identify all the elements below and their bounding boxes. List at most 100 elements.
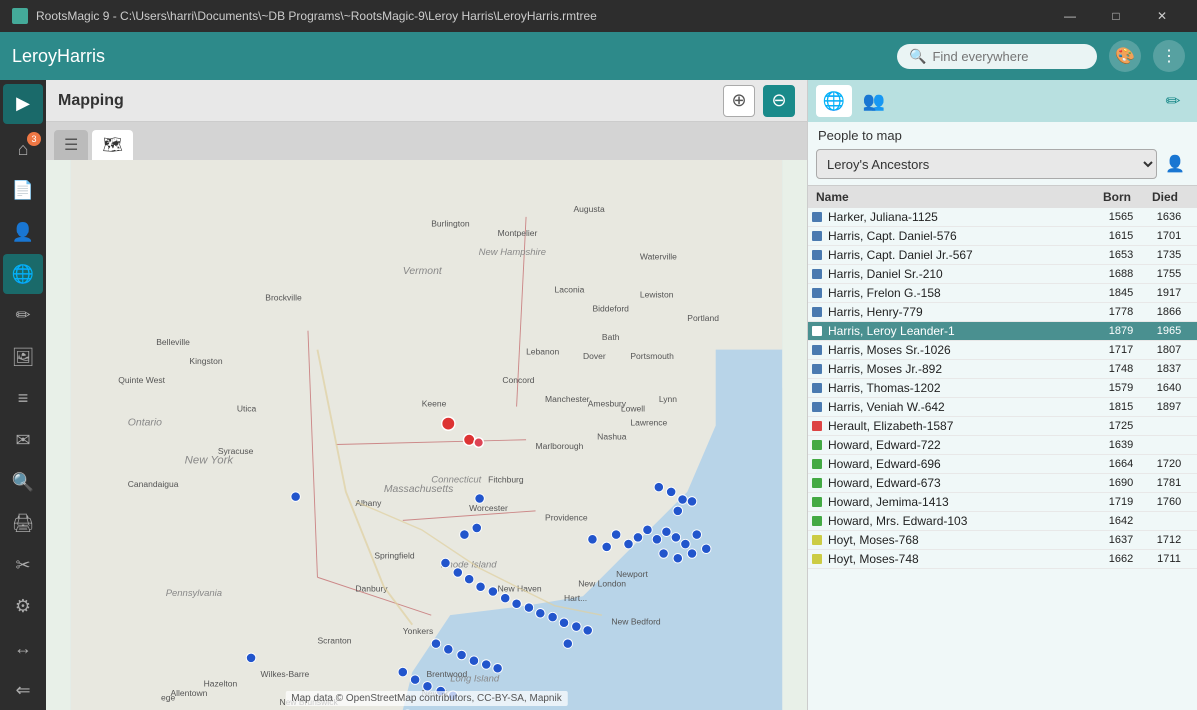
rp-tab-globe[interactable]: 🌐 [816,85,852,117]
sidebar-item-sync[interactable]: ↔ [3,629,43,669]
zoom-out-button[interactable]: ⊖ [763,85,795,117]
table-row[interactable]: Harris, Capt. Daniel-57616151701 [808,227,1197,246]
person-add-icon: 👤 [1165,154,1185,174]
sidebar-item-edit[interactable]: ✏ [3,296,43,336]
tab-map[interactable]: 🗺 [92,130,132,160]
close-button[interactable]: ✕ [1139,0,1185,32]
svg-text:Newport: Newport [616,569,648,579]
table-row[interactable]: Harker, Juliana-112515651636 [808,208,1197,227]
table-row[interactable]: Howard, Edward-67316901781 [808,474,1197,493]
table-row[interactable]: Harris, Moses Jr.-89217481837 [808,360,1197,379]
sidebar: ▶ ⌂ 3 📄 👤 🌐 ✏ 🖼 ≡ ✉ 🔍 🖨 [0,80,46,710]
theme-icon[interactable]: 🎨 [1109,40,1141,72]
right-panel: 🌐 👥 ✏ People to map Leroy's Ancestors Ev… [807,80,1197,710]
row-color-indicator [812,421,822,431]
svg-text:Kingston: Kingston [189,356,222,366]
row-died-year: 1807 [1145,344,1193,356]
svg-text:Manchester: Manchester [545,394,590,404]
rp-edit-button[interactable]: ✏ [1157,85,1189,117]
tab-list[interactable]: ☰ [54,130,88,160]
list-icon: ≡ [18,388,29,409]
sidebar-item-play[interactable]: ▶ [3,84,43,124]
sidebar-item-list[interactable]: ≡ [3,379,43,419]
maximize-button[interactable]: □ [1093,0,1139,32]
row-color-indicator [812,478,822,488]
row-color-indicator [812,364,822,374]
svg-text:Marlborough: Marlborough [536,441,584,451]
row-person-name: Harris, Thomas-1202 [828,381,1097,395]
svg-text:Massachusetts: Massachusetts [384,484,454,495]
zoom-in-button[interactable]: ⊕ [723,85,755,117]
row-born-year: 1565 [1097,211,1145,223]
row-born-year: 1690 [1097,477,1145,489]
rp-tab-people[interactable]: 👥 [856,85,892,117]
menu-icon[interactable]: ⋮ [1153,40,1185,72]
svg-text:Lawrence: Lawrence [630,418,667,428]
table-row[interactable]: Harris, Henry-77917781866 [808,303,1197,322]
row-color-indicator [812,402,822,412]
person-filter-button[interactable]: 👤 [1161,150,1189,178]
svg-text:Brentwood: Brentwood [427,669,468,679]
row-born-year: 1637 [1097,534,1145,546]
svg-text:Fitchburg: Fitchburg [488,474,524,484]
sidebar-item-back[interactable]: ⇐ [3,670,43,710]
app-name: LeroyHarris [12,46,885,67]
row-died-year: 1712 [1145,534,1193,546]
row-person-name: Harris, Capt. Daniel-576 [828,229,1097,243]
table-row[interactable]: Harris, Daniel Sr.-21016881755 [808,265,1197,284]
table-row[interactable]: Howard, Edward-69616641720 [808,455,1197,474]
search-input[interactable] [932,49,1072,64]
map-canvas[interactable]: Vermont New Hampshire Massachusetts Rhod… [46,160,807,710]
table-row[interactable]: Harris, Thomas-120215791640 [808,379,1197,398]
row-born-year: 1748 [1097,363,1145,375]
sidebar-item-document[interactable]: 📄 [3,171,43,211]
sidebar-item-search[interactable]: 🔍 [3,462,43,502]
row-born-year: 1717 [1097,344,1145,356]
svg-text:Hazelton: Hazelton [204,678,238,688]
main: ▶ ⌂ 3 📄 👤 🌐 ✏ 🖼 ≡ ✉ 🔍 🖨 [0,80,1197,710]
row-color-indicator [812,326,822,336]
minimize-button[interactable]: — [1047,0,1093,32]
table-row[interactable]: Hoyt, Moses-76816371712 [808,531,1197,550]
row-person-name: Howard, Mrs. Edward-103 [828,514,1097,528]
sidebar-item-media[interactable]: 🖼 [3,338,43,378]
sidebar-item-tools[interactable]: ✂ [3,546,43,586]
row-person-name: Howard, Edward-722 [828,438,1097,452]
table-row[interactable]: Herault, Elizabeth-15871725 [808,417,1197,436]
table-row[interactable]: Howard, Edward-7221639 [808,436,1197,455]
svg-text:Wilkes-Barre: Wilkes-Barre [261,669,310,679]
table-row[interactable]: Hoyt, Moses-74816621711 [808,550,1197,569]
row-person-name: Howard, Edward-673 [828,476,1097,490]
table-row[interactable]: Harris, Capt. Daniel Jr.-56716531735 [808,246,1197,265]
sidebar-item-person[interactable]: 👤 [3,213,43,253]
row-person-name: Harris, Moses Jr.-892 [828,362,1097,376]
table-row[interactable]: Howard, Jemima-141317191760 [808,493,1197,512]
people-dropdown[interactable]: Leroy's Ancestors Everyone Custom list [816,149,1157,179]
svg-text:Laconia: Laconia [555,285,585,295]
svg-text:Ontario: Ontario [128,418,162,429]
table-row[interactable]: Harris, Veniah W.-64218151897 [808,398,1197,417]
svg-text:Pennsylvania: Pennsylvania [166,588,222,599]
people-table[interactable]: Name Born Died Harker, Juliana-112515651… [808,185,1197,710]
row-died-year: 1760 [1145,496,1193,508]
dropdown-row: Leroy's Ancestors Everyone Custom list 👤 [808,149,1197,185]
map-title: Mapping [58,92,715,110]
svg-text:Quinte West: Quinte West [118,375,165,385]
sidebar-item-map[interactable]: 🌐 [3,254,43,294]
sidebar-item-print[interactable]: 🖨 [3,504,43,544]
play-icon: ▶ [16,93,30,114]
globe-icon: 🌐 [12,264,34,285]
sidebar-item-settings[interactable]: ⚙ [3,587,43,627]
row-person-name: Harker, Juliana-1125 [828,210,1097,224]
search-box[interactable]: 🔍 [897,44,1097,69]
svg-text:Lowell: Lowell [621,403,645,413]
map-tab-icon: 🗺 [102,135,122,155]
sidebar-item-mail[interactable]: ✉ [3,421,43,461]
table-row[interactable]: Harris, Leroy Leander-118791965 [808,322,1197,341]
table-row[interactable]: Harris, Frelon G.-15818451917 [808,284,1197,303]
svg-text:Allentown: Allentown [170,688,207,698]
table-row[interactable]: Howard, Mrs. Edward-1031642 [808,512,1197,531]
table-row[interactable]: Harris, Moses Sr.-102617171807 [808,341,1197,360]
sidebar-item-home[interactable]: ⌂ 3 [3,130,43,170]
map-attribution: Map data © OpenStreetMap contributors, C… [285,691,567,706]
